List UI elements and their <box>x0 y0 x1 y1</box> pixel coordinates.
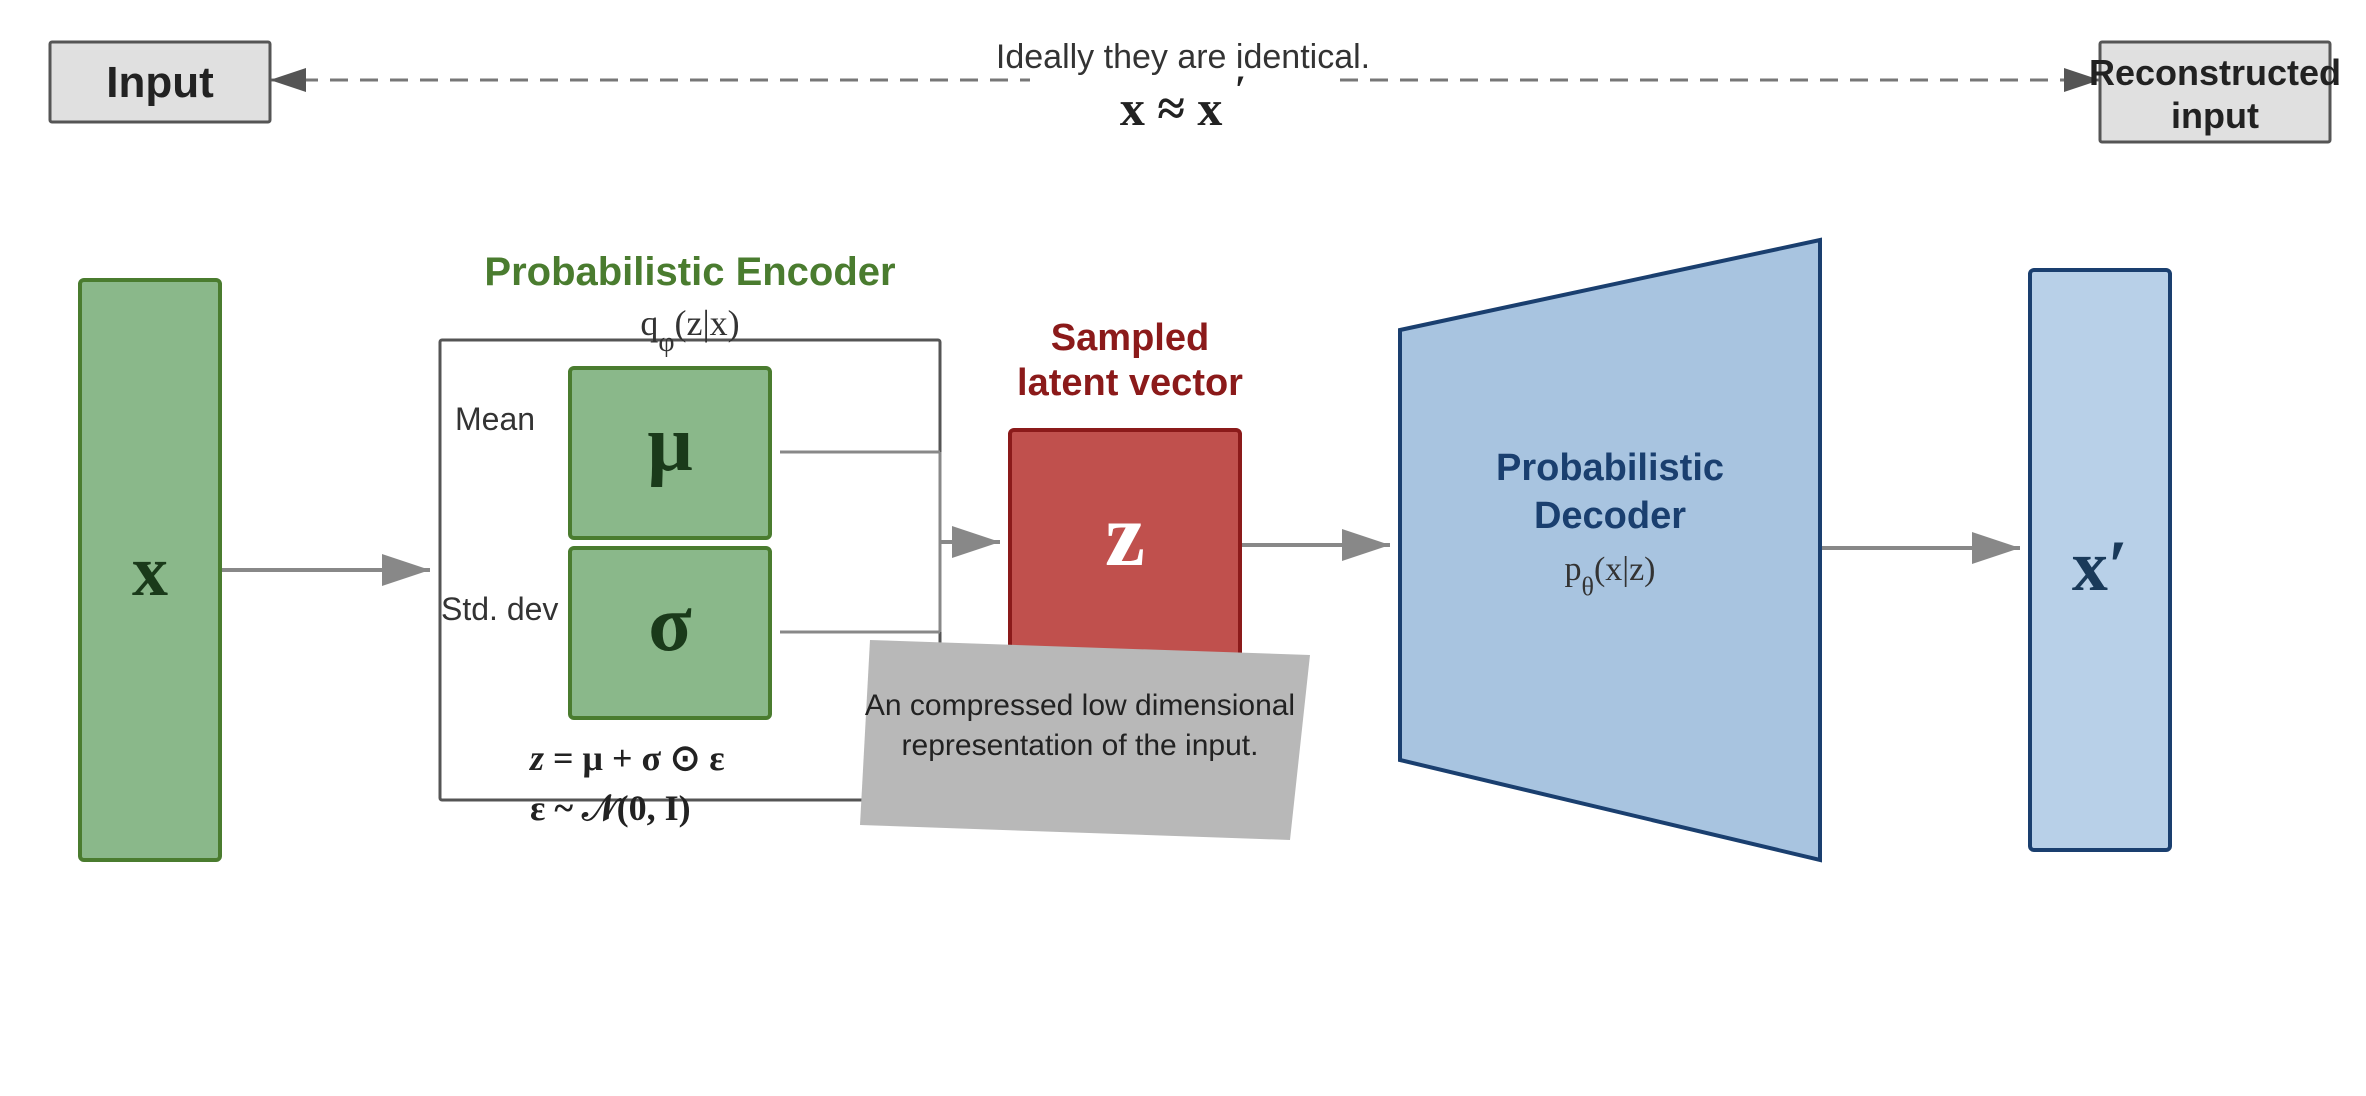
epsilon-distribution: ε ~ 𝒩(0, I) <box>530 788 691 828</box>
z-reparameterization: z = μ + σ ⊙ ε <box>528 738 725 778</box>
ideally-text: Ideally they are identical. <box>996 38 1370 76</box>
input-label: Input <box>106 58 214 107</box>
main-diagram-svg: Input Reconstructed input Ideally they a… <box>0 0 2366 1096</box>
x-input-symbol: x <box>132 531 168 611</box>
mean-label: Mean <box>455 401 535 437</box>
z-latent-symbol: z <box>1105 486 1145 585</box>
prob-decoder-label-line1: Probabilistic <box>1496 447 1724 489</box>
sampled-label-line1: Sampled <box>1051 317 1209 359</box>
sigma-symbol: σ <box>648 580 692 668</box>
approx-formula: x ≈ x ′ <box>1120 67 1246 137</box>
x-prime-symbol: x′ <box>2072 526 2128 606</box>
mu-symbol: μ <box>647 400 692 488</box>
prob-encoder-label: Probabilistic Encoder <box>484 250 895 294</box>
svg-text:input: input <box>2171 95 2259 136</box>
diagram-container: Input Reconstructed input Ideally they a… <box>0 0 2366 1096</box>
std-dev-label: Std. dev <box>441 591 558 627</box>
compressed-text-2: representation of the input. <box>902 729 1259 762</box>
compressed-text-1: An compressed low dimensional <box>865 689 1295 722</box>
sampled-label-line2: latent vector <box>1017 362 1243 404</box>
prob-decoder-label-line2: Decoder <box>1534 495 1686 537</box>
svg-text:Reconstructed: Reconstructed <box>2089 52 2341 93</box>
